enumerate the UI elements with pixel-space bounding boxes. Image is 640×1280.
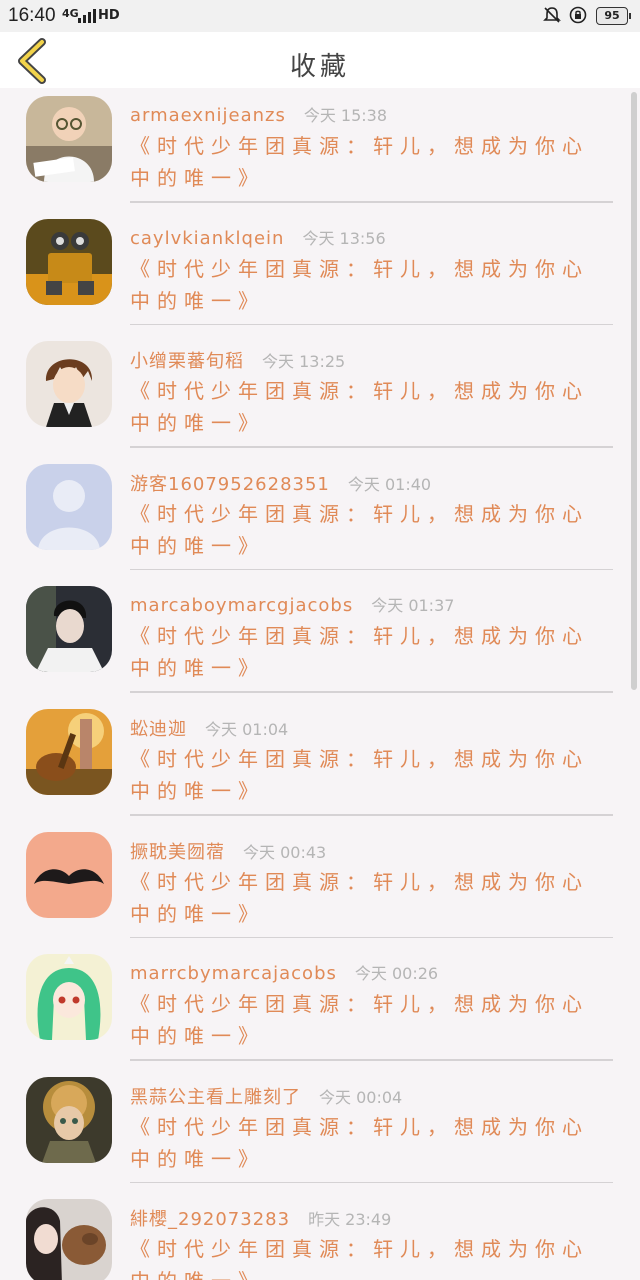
timestamp: 今天 00:04 bbox=[319, 1087, 403, 1107]
timestamp: 今天 01:40 bbox=[347, 474, 432, 494]
timestamp: 今天 13:56 bbox=[302, 228, 386, 248]
user-name[interactable]: marcaboymarcgjacobs bbox=[130, 595, 353, 616]
avatar-image bbox=[26, 218, 112, 305]
divider bbox=[130, 814, 613, 816]
status-bar: 16:40 4G HD 95 bbox=[0, 0, 640, 32]
divider bbox=[130, 691, 613, 693]
avatar-baby-reading[interactable] bbox=[26, 96, 112, 182]
avatar-image bbox=[26, 586, 112, 673]
divider bbox=[130, 323, 613, 326]
timestamp: 今天 00:43 bbox=[243, 842, 327, 862]
favorite-content[interactable]: 《时代少年团真源：轩儿，想成为你心中的唯一》 bbox=[130, 988, 600, 1052]
divider bbox=[130, 936, 613, 939]
avatar-image bbox=[26, 831, 112, 918]
user-name[interactable]: 小缯栗蕃旬稻 bbox=[130, 351, 244, 372]
favorites-list: armaexnijeanzs 今天 15:38 《时代少年团真源：轩儿，想成为你心… bbox=[0, 88, 640, 1280]
hd-icon: HD bbox=[98, 8, 120, 23]
avatar-image bbox=[26, 1076, 112, 1163]
favorite-item[interactable]: 蚣迪迦 今天 01:04 《时代少年团真源：轩儿，想成为你心中的唯一》 bbox=[0, 701, 640, 824]
avatar-young-man[interactable] bbox=[26, 586, 112, 673]
favorite-item[interactable]: marrcbymarcajacobs 今天 00:26 《时代少年团真源：轩儿，想… bbox=[0, 946, 640, 1069]
favorite-content[interactable]: 《时代少年团真源：轩儿，想成为你心中的唯一》 bbox=[130, 498, 600, 562]
timestamp: 昨天 23:49 bbox=[308, 1210, 392, 1230]
timestamp: 今天 01:37 bbox=[371, 596, 455, 616]
favorite-content[interactable]: 《时代少年团真源：轩儿，想成为你心中的唯一》 bbox=[130, 743, 600, 807]
avatar-image bbox=[26, 463, 112, 550]
avatar-image bbox=[26, 1199, 112, 1280]
avatar-girl-with-dog[interactable] bbox=[26, 1199, 112, 1280]
favorite-item[interactable]: 緋櫻_292073283 昨天 23:49 《时代少年团真源：轩儿，想成为你心中的… bbox=[0, 1191, 640, 1280]
favorite-content[interactable]: 《时代少年团真源：轩儿，想成为你心中的唯一》 bbox=[130, 866, 600, 930]
user-name[interactable]: 緋櫻_292073283 bbox=[130, 1209, 290, 1230]
network-type: 4G bbox=[62, 7, 79, 20]
favorite-item[interactable]: 游客1607952628351 今天 01:40 《时代少年团真源：轩儿，想成为你… bbox=[0, 456, 640, 579]
user-name[interactable]: 撅耽美囫蓿 bbox=[130, 842, 225, 863]
avatar-mustache[interactable] bbox=[26, 831, 112, 918]
header-bar: 收藏 bbox=[0, 32, 640, 88]
favorite-content[interactable]: 《时代少年团真源：轩儿，想成为你心中的唯一》 bbox=[130, 375, 600, 439]
avatar-image bbox=[26, 708, 112, 795]
avatar-image bbox=[26, 954, 112, 1041]
favorite-item[interactable]: 小缯栗蕃旬稻 今天 13:25 《时代少年团真源：轩儿，想成为你心中的唯一》 bbox=[0, 333, 640, 456]
bell-off-icon bbox=[543, 7, 561, 23]
favorite-content[interactable]: 《时代少年团真源：轩儿，想成为你心中的唯一》 bbox=[130, 130, 600, 194]
favorite-item[interactable]: 黑蒜公主看上雕刻了 今天 00:04 《时代少年团真源：轩儿，想成为你心中的唯一》 bbox=[0, 1069, 640, 1192]
avatar-anime-boy[interactable] bbox=[26, 341, 112, 428]
timestamp: 今天 00:26 bbox=[354, 964, 439, 984]
favorite-item[interactable]: armaexnijeanzs 今天 15:38 《时代少年团真源：轩儿，想成为你心… bbox=[0, 88, 640, 211]
user-name[interactable]: 黑蒜公主看上雕刻了 bbox=[130, 1087, 301, 1108]
user-name[interactable]: marrcbymarcajacobs bbox=[130, 963, 337, 984]
page-title: 收藏 bbox=[289, 52, 350, 82]
favorite-content[interactable]: 《时代少年团真源：轩儿，想成为你心中的唯一》 bbox=[130, 1111, 600, 1175]
divider bbox=[130, 568, 613, 571]
divider bbox=[130, 446, 613, 448]
user-name[interactable]: caylvkianklqein bbox=[130, 228, 284, 249]
divider bbox=[130, 201, 613, 203]
user-name[interactable]: armaexnijeanzs bbox=[130, 105, 286, 126]
scrollbar[interactable] bbox=[631, 92, 637, 690]
battery-indicator: 95 bbox=[596, 7, 631, 25]
avatar-image bbox=[26, 96, 112, 182]
timestamp: 今天 01:04 bbox=[205, 719, 289, 739]
signal-icon bbox=[78, 9, 96, 23]
avatar-default-user[interactable] bbox=[26, 463, 112, 550]
favorite-content[interactable]: 《时代少年团真源：轩儿，想成为你心中的唯一》 bbox=[130, 620, 600, 684]
favorite-content[interactable]: 《时代少年团真源：轩儿，想成为你心中的唯一》 bbox=[130, 253, 600, 317]
divider bbox=[130, 1181, 613, 1184]
user-name[interactable]: 游客1607952628351 bbox=[130, 474, 330, 495]
user-name[interactable]: 蚣迪迦 bbox=[130, 719, 187, 740]
favorite-item[interactable]: 撅耽美囫蓿 今天 00:43 《时代少年团真源：轩儿，想成为你心中的唯一》 bbox=[0, 824, 640, 947]
status-time: 16:40 bbox=[8, 5, 56, 26]
avatar-painted-girl[interactable] bbox=[26, 1076, 112, 1163]
avatar-guitar-sunset[interactable] bbox=[26, 708, 112, 795]
favorite-item[interactable]: caylvkianklqein 今天 13:56 《时代少年团真源：轩儿，想成为你… bbox=[0, 211, 640, 334]
avatar-robot[interactable] bbox=[26, 218, 112, 305]
avatar-image bbox=[26, 341, 112, 428]
divider bbox=[130, 1059, 613, 1061]
timestamp: 今天 15:38 bbox=[303, 106, 388, 125]
rotation-lock-icon bbox=[569, 6, 587, 24]
avatar-anime-girl-green[interactable] bbox=[26, 954, 112, 1041]
favorite-item[interactable]: marcaboymarcgjacobs 今天 01:37 《时代少年团真源：轩儿，… bbox=[0, 578, 640, 701]
favorite-content[interactable]: 《时代少年团真源：轩儿，想成为你心中的唯一》 bbox=[130, 1233, 600, 1280]
timestamp: 今天 13:25 bbox=[262, 352, 346, 372]
